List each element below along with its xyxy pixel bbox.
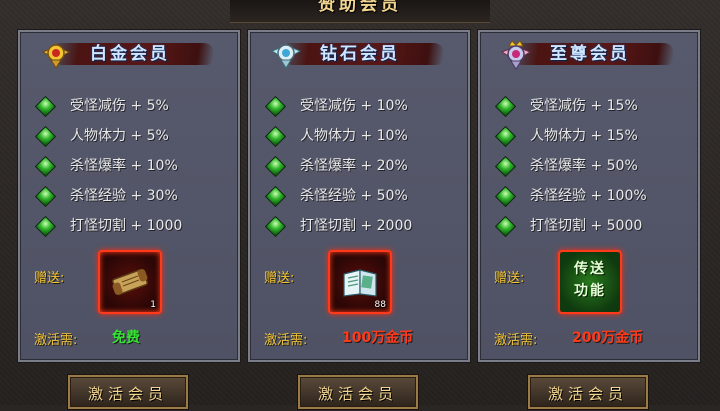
stat-row: 杀怪经验 + 50%: [264, 185, 458, 208]
green-gem-icon: [494, 185, 517, 208]
button-label: 激活会员: [547, 385, 628, 403]
cost-value: 免费: [112, 330, 140, 346]
stat-text: 打怪切割 + 2000: [300, 218, 413, 234]
scroll-icon: [112, 268, 148, 296]
stat-row: 杀怪经验 + 30%: [34, 185, 228, 208]
stat-row: 打怪切割 + 1000: [34, 215, 228, 238]
activate-platinum-button[interactable]: 激活会员: [68, 375, 188, 409]
stat-row: 打怪切割 + 5000: [494, 215, 688, 238]
gift-item-slot[interactable]: 88: [328, 250, 392, 314]
stat-text: 杀怪爆率 + 10%: [70, 158, 178, 174]
green-gem-icon: [264, 155, 287, 178]
stat-text: 打怪切割 + 1000: [70, 218, 183, 234]
stat-text: 人物体力 + 15%: [530, 128, 638, 144]
gift-item-slot[interactable]: 传送 功能: [558, 250, 622, 314]
cost-value: 200万金币: [572, 330, 644, 346]
green-gem-icon: [494, 125, 517, 148]
tier-name: 至尊会员: [550, 44, 630, 64]
gift-item-slot[interactable]: 1: [98, 250, 162, 314]
green-gem-icon: [34, 155, 57, 178]
stat-text: 杀怪经验 + 100%: [530, 188, 647, 204]
tier-name: 白金会员: [90, 44, 170, 64]
stat-text: 杀怪经验 + 30%: [70, 188, 178, 204]
stat-text: 人物体力 + 5%: [70, 128, 169, 144]
tier-card-platinum: 白金会员 受怪减伤 + 5% 人物体力 + 5% 杀怪爆率 + 10% 杀怪经验…: [18, 30, 240, 362]
stat-row: 人物体力 + 5%: [34, 125, 228, 148]
stat-text: 杀怪爆率 + 50%: [530, 158, 638, 174]
stat-row: 杀怪爆率 + 50%: [494, 155, 688, 178]
stat-row: 打怪切割 + 2000: [264, 215, 458, 238]
tier-banner: 白金会员: [40, 38, 218, 70]
stat-row: 受怪减伤 + 15%: [494, 95, 688, 118]
green-gem-icon: [264, 125, 287, 148]
activate-diamond-button[interactable]: 激活会员: [298, 375, 418, 409]
diamond-wing-badge-icon: [270, 44, 302, 69]
teleport-icon: 传送 功能: [560, 252, 620, 312]
stat-text: 受怪减伤 + 10%: [300, 98, 408, 114]
cost-label: 激活需:: [494, 333, 538, 348]
stat-text: 打怪切割 + 5000: [530, 218, 643, 234]
window-title: 赞助会员: [318, 0, 402, 15]
tier-name: 钻石会员: [320, 44, 400, 64]
green-gem-icon: [34, 185, 57, 208]
stat-row: 人物体力 + 10%: [264, 125, 458, 148]
gold-wing-badge-icon: [41, 44, 71, 69]
stat-row: 受怪减伤 + 5%: [34, 95, 228, 118]
stat-text: 杀怪爆率 + 20%: [300, 158, 408, 174]
button-label: 激活会员: [317, 385, 398, 403]
button-label: 激活会员: [87, 385, 168, 403]
activate-supreme-button[interactable]: 激活会员: [528, 375, 648, 409]
stat-row: 受怪减伤 + 10%: [264, 95, 458, 118]
gift-label: 赠送:: [494, 271, 525, 286]
gift-label: 赠送:: [34, 271, 65, 286]
green-gem-icon: [494, 155, 517, 178]
cost-value: 100万金币: [342, 330, 414, 346]
stat-row: 杀怪经验 + 100%: [494, 185, 688, 208]
gift-label: 赠送:: [264, 271, 295, 286]
green-gem-icon: [34, 125, 57, 148]
green-gem-icon: [34, 215, 57, 238]
crown-wing-badge-icon: [500, 40, 532, 70]
stat-text: 受怪减伤 + 15%: [530, 98, 638, 114]
green-gem-icon: [494, 215, 517, 238]
stat-row: 杀怪爆率 + 20%: [264, 155, 458, 178]
stat-text: 受怪减伤 + 5%: [70, 98, 169, 114]
cost-label: 激活需:: [34, 333, 78, 348]
tier-card-supreme: 至尊会员 受怪减伤 + 15% 人物体力 + 15% 杀怪爆率 + 50% 杀怪…: [478, 30, 700, 362]
gift-count: 1: [150, 300, 156, 310]
gift-count: 88: [374, 300, 386, 310]
stat-row: 杀怪爆率 + 10%: [34, 155, 228, 178]
green-gem-icon: [264, 215, 287, 238]
stat-row: 人物体力 + 15%: [494, 125, 688, 148]
tier-banner: 钻石会员: [270, 38, 448, 70]
green-gem-icon: [264, 95, 287, 118]
stat-text: 人物体力 + 10%: [300, 128, 408, 144]
cost-label: 激活需:: [264, 333, 308, 348]
book-icon: [343, 269, 377, 297]
green-gem-icon: [34, 95, 57, 118]
green-gem-icon: [264, 185, 287, 208]
stat-text: 杀怪经验 + 50%: [300, 188, 408, 204]
title-bar: 赞助会员: [230, 0, 490, 23]
green-gem-icon: [494, 95, 517, 118]
tier-card-diamond: 钻石会员 受怪减伤 + 10% 人物体力 + 10% 杀怪爆率 + 20% 杀怪…: [248, 30, 470, 362]
tier-banner: 至尊会员: [500, 38, 678, 70]
